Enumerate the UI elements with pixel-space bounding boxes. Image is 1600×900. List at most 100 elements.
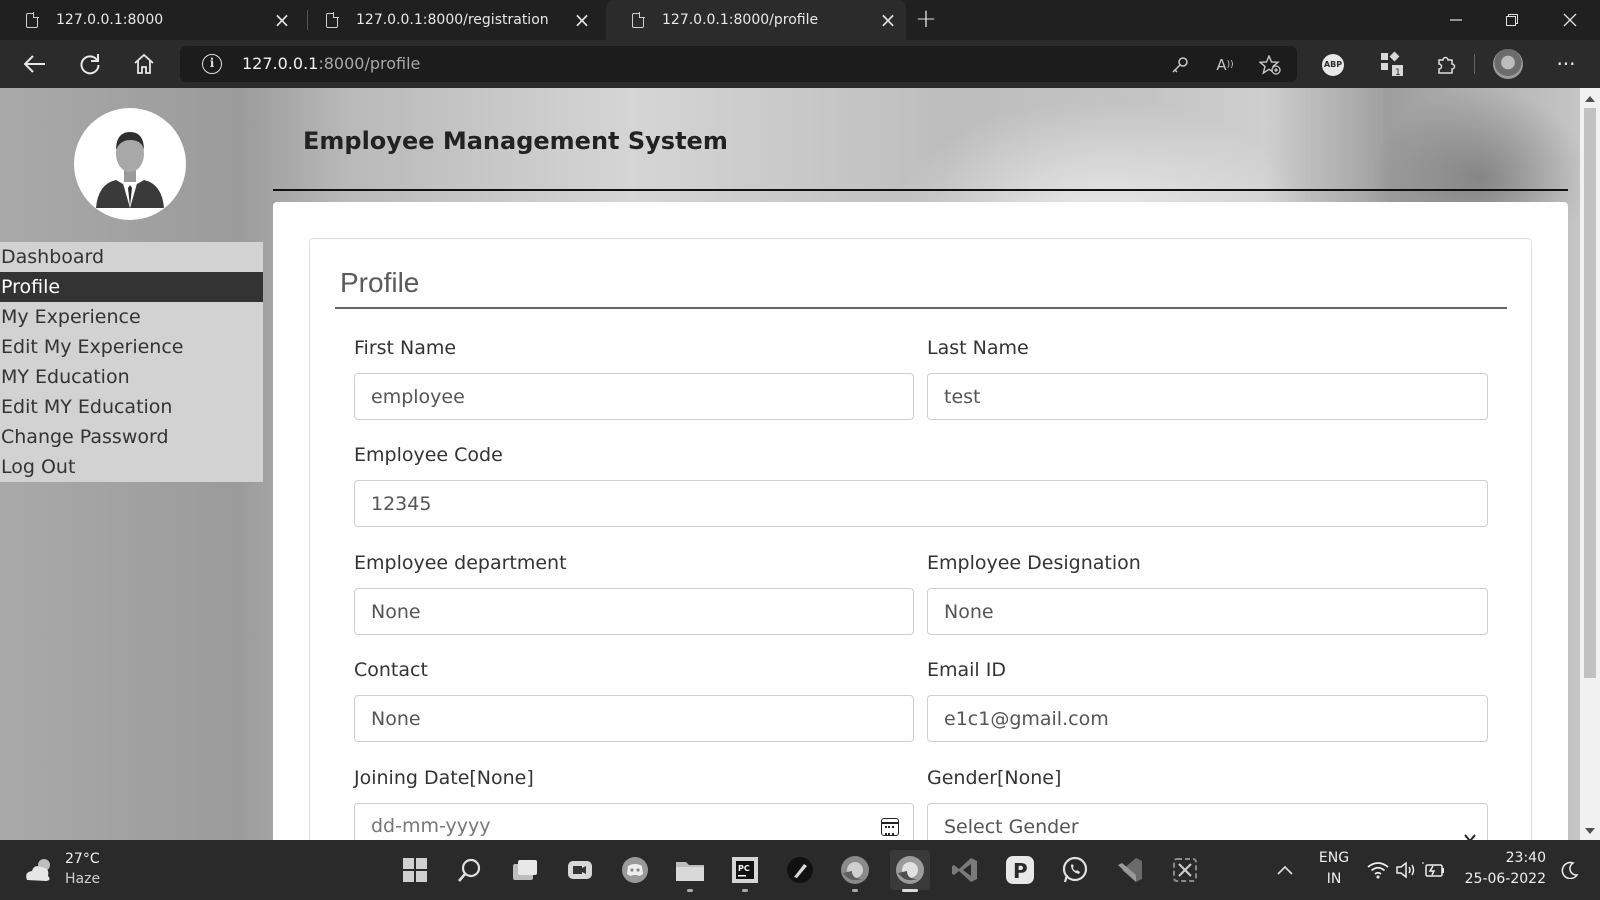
discord-app[interactable] <box>615 850 655 890</box>
collections-extension-icon[interactable]: 1 <box>1378 50 1406 78</box>
vscode-app[interactable] <box>945 850 985 890</box>
close-icon[interactable]: × <box>876 8 900 32</box>
sidebar-item-edit-my-experience[interactable]: Edit My Experience <box>0 332 263 362</box>
last-name-field[interactable] <box>927 373 1488 420</box>
card-title: Profile <box>340 267 420 298</box>
gender-select[interactable]: Select Gender <box>927 803 1488 840</box>
browser-tab-home[interactable]: 127.0.0.1:8000 × <box>0 0 300 40</box>
close-icon <box>1563 13 1577 27</box>
home-button[interactable] <box>130 50 158 78</box>
sidebar-item-dashboard[interactable]: Dashboard <box>0 242 263 272</box>
department-field[interactable] <box>354 588 914 635</box>
language-region[interactable]: IN <box>1314 871 1354 887</box>
wifi-status[interactable] <box>1365 850 1391 890</box>
restore-button[interactable] <box>1484 0 1540 40</box>
close-icon[interactable]: × <box>570 8 594 32</box>
search-button[interactable] <box>450 850 490 890</box>
clock-time[interactable]: 23:40 <box>1456 850 1546 866</box>
url-text[interactable]: 127.0.0.1:8000/profile <box>242 54 420 73</box>
last-name-label: Last Name <box>927 337 1029 359</box>
edge-browser-icon <box>841 856 869 884</box>
home-icon <box>134 53 154 74</box>
sidebar-item-change-password[interactable]: Change Password <box>0 422 263 452</box>
snipping-tool-app[interactable] <box>1165 850 1205 890</box>
p-letter-icon: P <box>1006 856 1034 884</box>
back-arrow-icon <box>24 55 45 73</box>
back-button[interactable] <box>21 50 49 78</box>
email-field[interactable] <box>927 695 1488 742</box>
close-icon[interactable]: × <box>270 8 294 32</box>
pycharm-icon: PC <box>732 857 758 883</box>
calendar-icon[interactable] <box>881 818 899 836</box>
language-code[interactable]: ENG <box>1314 850 1354 866</box>
running-indicator <box>852 889 858 892</box>
main-content: Profile First Name Last Name Employee Co… <box>273 202 1568 840</box>
key-icon[interactable] <box>1167 52 1193 78</box>
visual-studio-app[interactable] <box>1110 850 1150 890</box>
battery-status[interactable] <box>1421 850 1447 890</box>
p-app[interactable]: P <box>1000 850 1040 890</box>
moon-icon <box>1561 861 1579 879</box>
whatsapp-app[interactable] <box>1055 850 1095 890</box>
sidebar-item-profile[interactable]: Profile <box>0 272 263 302</box>
file-explorer-app[interactable] <box>670 850 710 892</box>
sidebar-nav: Dashboard Profile My Experience Edit My … <box>0 242 263 482</box>
extensions-puzzle-icon[interactable] <box>1432 50 1460 78</box>
sidebar-item-edit-my-education[interactable]: Edit MY Education <box>0 392 263 422</box>
start-button[interactable] <box>395 850 435 890</box>
inkscape-app[interactable] <box>780 850 820 890</box>
running-indicator <box>742 889 748 892</box>
new-tab-button[interactable]: + <box>912 6 940 34</box>
edge-app[interactable] <box>890 850 930 892</box>
edge-dev-app[interactable] <box>835 850 875 892</box>
pycharm-app[interactable]: PC <box>725 850 765 892</box>
page-scrollbar[interactable] <box>1580 88 1600 840</box>
chevron-down-icon <box>1463 816 1477 840</box>
favorite-add-icon[interactable] <box>1257 52 1283 78</box>
scroll-down-icon[interactable] <box>1585 828 1595 834</box>
more-menu-icon[interactable]: ··· <box>1552 50 1580 78</box>
sidebar-item-my-education[interactable]: MY Education <box>0 362 263 392</box>
pen-tool-icon <box>787 857 813 883</box>
info-icon[interactable]: i <box>202 54 222 74</box>
first-name-field[interactable] <box>354 373 914 420</box>
employee-code-field[interactable] <box>354 480 1488 527</box>
video-chat-icon <box>568 861 592 879</box>
clock-date[interactable]: 25-06-2022 <box>1456 871 1546 887</box>
teams-chat-app[interactable] <box>560 850 600 890</box>
adblock-extension-icon[interactable]: ABP <box>1322 54 1344 76</box>
refresh-button[interactable] <box>76 50 104 78</box>
address-bar[interactable]: i 127.0.0.1:8000/profile A)) <box>180 46 1297 82</box>
visual-studio-icon <box>1118 858 1142 882</box>
scroll-up-icon[interactable] <box>1585 96 1595 102</box>
read-aloud-icon[interactable]: A)) <box>1212 52 1238 78</box>
user-avatar <box>74 108 186 220</box>
tab-title: 127.0.0.1:8000/profile <box>662 12 819 28</box>
volume-status[interactable] <box>1393 850 1419 890</box>
joining-date-field[interactable]: dd-mm-yyyy <box>354 803 914 840</box>
sidebar-item-log-out[interactable]: Log Out <box>0 452 263 482</box>
browser-tab-profile[interactable]: 127.0.0.1:8000/profile × <box>606 0 906 40</box>
tab-title: 127.0.0.1:8000/registration <box>356 12 549 28</box>
card-title-divider <box>335 307 1507 309</box>
weather-icon[interactable] <box>24 856 56 882</box>
designation-field[interactable] <box>927 588 1488 635</box>
wifi-icon <box>1367 862 1389 879</box>
focus-assist-button[interactable] <box>1557 850 1583 890</box>
email-label: Email ID <box>927 659 1006 681</box>
contact-field[interactable] <box>354 695 914 742</box>
restore-icon <box>1506 14 1518 26</box>
header-divider <box>273 189 1568 191</box>
close-window-button[interactable] <box>1542 0 1598 40</box>
sidebar-item-my-experience[interactable]: My Experience <box>0 302 263 332</box>
date-placeholder: dd-mm-yyyy <box>371 815 491 837</box>
task-view-button[interactable] <box>505 850 545 890</box>
scrollbar-thumb[interactable] <box>1584 108 1596 678</box>
show-hidden-icons-button[interactable] <box>1270 850 1300 890</box>
profile-avatar-icon[interactable] <box>1493 49 1523 79</box>
browser-tab-registration[interactable]: 127.0.0.1:8000/registration × <box>300 0 600 40</box>
joining-date-label: Joining Date[None] <box>354 767 534 789</box>
svg-text:1: 1 <box>1395 68 1401 77</box>
employee-code-label: Employee Code <box>354 444 503 466</box>
minimize-button[interactable] <box>1428 0 1484 40</box>
